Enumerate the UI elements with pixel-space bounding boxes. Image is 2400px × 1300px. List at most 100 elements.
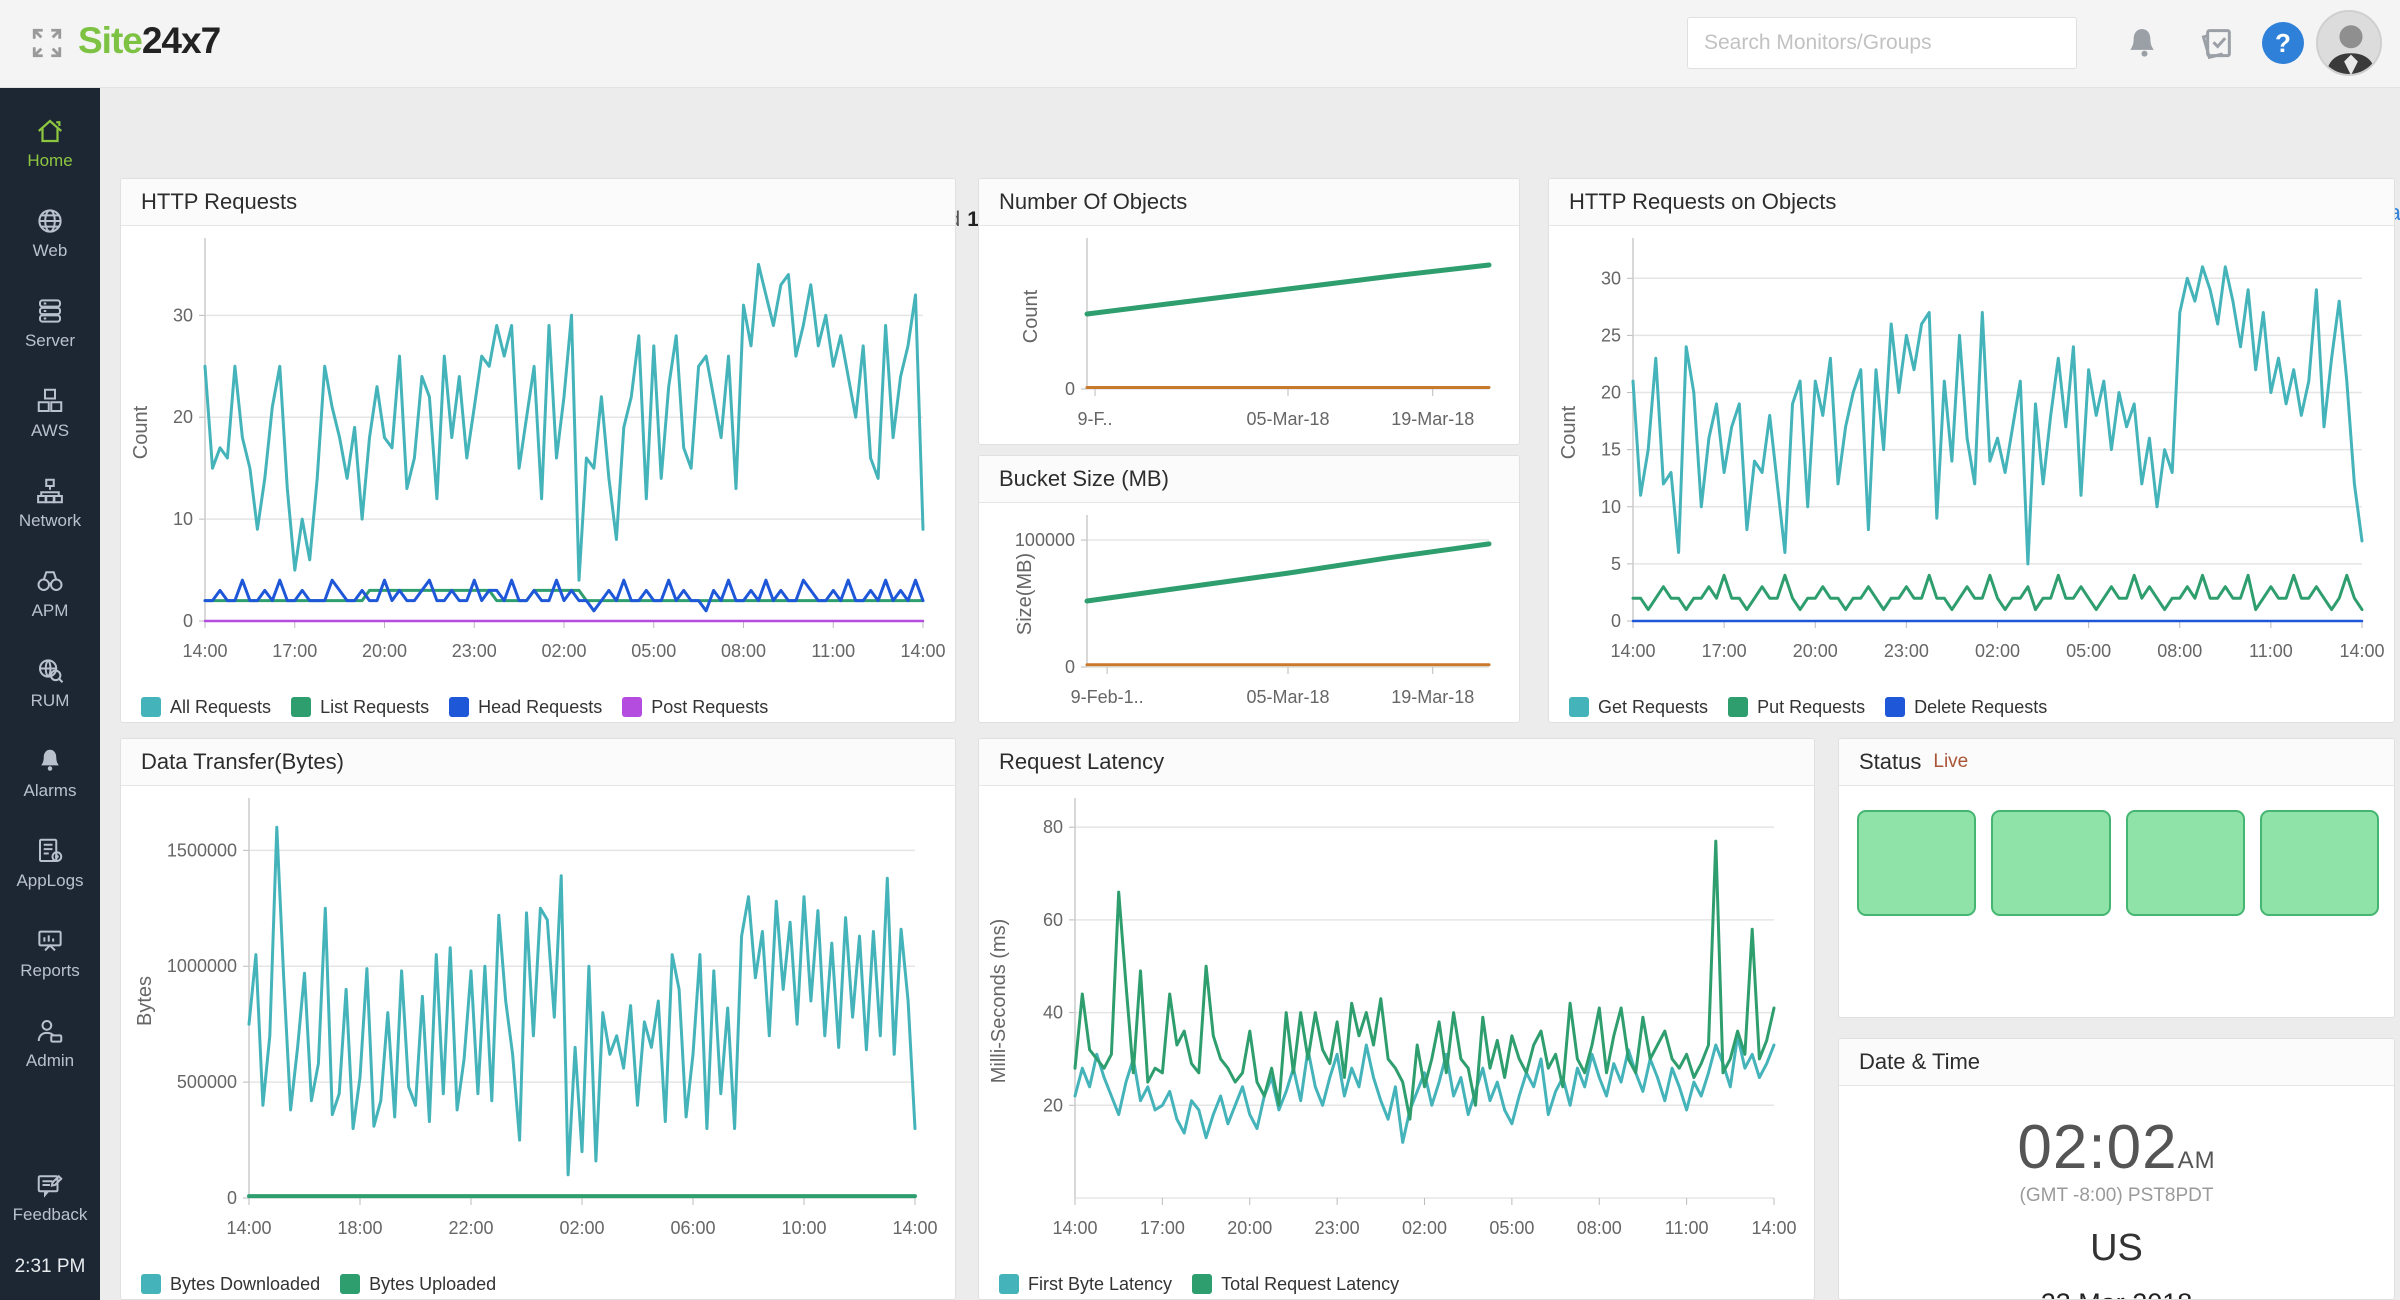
legend-item[interactable]: Post Requests xyxy=(622,697,768,718)
top-header: Site24x7 ? xyxy=(0,0,2400,88)
bell-icon[interactable] xyxy=(2122,24,2162,64)
svg-text:20: 20 xyxy=(1043,1095,1063,1115)
legend-label: Post Requests xyxy=(651,697,768,718)
sidebar-item-alarms[interactable]: Alarms xyxy=(0,728,100,818)
legend-item[interactable]: Get Requests xyxy=(1569,697,1708,718)
svg-text:02:00: 02:00 xyxy=(1975,641,2020,661)
sidebar-item-label: AWS xyxy=(31,421,69,441)
datetime-body: 02:02AM (GMT -8:00) PST8PDT US 23 Mar 20… xyxy=(1839,1086,2394,1300)
svg-text:100000: 100000 xyxy=(1015,530,1075,550)
sidebar-item-network[interactable]: Network xyxy=(0,458,100,548)
request-latency-legend: First Byte Latency Total Request Latency xyxy=(979,1261,1814,1300)
legend-swatch xyxy=(1728,697,1748,717)
svg-text:5: 5 xyxy=(1611,554,1621,574)
legend-swatch xyxy=(1192,1274,1212,1294)
sidebar-item-admin[interactable]: Admin xyxy=(0,998,100,1088)
svg-text:80: 80 xyxy=(1043,817,1063,837)
svg-text:20: 20 xyxy=(173,407,193,427)
sidebar-item-label: Admin xyxy=(26,1051,74,1071)
svg-text:18:00: 18:00 xyxy=(337,1218,382,1238)
svg-text:14:00: 14:00 xyxy=(1610,641,1655,661)
svg-text:02:00: 02:00 xyxy=(559,1218,604,1238)
svg-text:Count: Count xyxy=(130,405,152,459)
svg-text:11:00: 11:00 xyxy=(2249,641,2293,661)
svg-text:11:00: 11:00 xyxy=(1665,1218,1709,1238)
legend-swatch xyxy=(291,697,311,717)
status-monitor-box[interactable] xyxy=(1991,810,2110,916)
legend-swatch xyxy=(622,697,642,717)
num-objects-chart: 09-F..05-Mar-1819-Mar-18Count xyxy=(979,226,1519,445)
svg-text:17:00: 17:00 xyxy=(1702,641,1747,661)
sidebar-item-apm[interactable]: APM xyxy=(0,548,100,638)
help-icon[interactable]: ? xyxy=(2262,22,2304,64)
svg-text:08:00: 08:00 xyxy=(2157,641,2202,661)
status-widget-header: Status Live xyxy=(1839,739,2394,786)
expand-icon[interactable] xyxy=(30,26,64,60)
sidebar-item-web[interactable]: Web xyxy=(0,188,100,278)
widget-date-time: Date & Time 02:02AM (GMT -8:00) PST8PDT … xyxy=(1838,1038,2395,1300)
legend-item[interactable]: Delete Requests xyxy=(1885,697,2047,718)
svg-text:14:00: 14:00 xyxy=(900,641,945,661)
http-requests-legend: All Requests List Requests Head Requests Po… xyxy=(121,684,955,723)
reports-icon xyxy=(35,926,65,956)
svg-text:14:00: 14:00 xyxy=(892,1218,937,1238)
legend-item[interactable]: Bytes Uploaded xyxy=(340,1274,496,1295)
sidebar-item-label: Reports xyxy=(20,961,80,981)
svg-text:1500000: 1500000 xyxy=(167,840,237,860)
svg-text:10: 10 xyxy=(1601,497,1621,517)
sidebar-item-aws[interactable]: AWS xyxy=(0,368,100,458)
widget-http-requests-on-objects: HTTP Requests on Objects05101520253014:0… xyxy=(1548,178,2395,723)
widget-http-requests: HTTP Requests010203014:0017:0020:0023:00… xyxy=(120,178,956,723)
status-monitor-box[interactable] xyxy=(2260,810,2379,916)
site24x7-logo[interactable]: Site24x7 xyxy=(78,20,220,62)
apm-icon xyxy=(35,566,65,596)
svg-text:08:00: 08:00 xyxy=(1577,1218,1622,1238)
status-monitor-box[interactable] xyxy=(2126,810,2245,916)
applogs-icon xyxy=(35,836,65,866)
status-monitor-box[interactable] xyxy=(1857,810,1976,916)
svg-text:02:00: 02:00 xyxy=(1402,1218,1447,1238)
legend-item[interactable]: First Byte Latency xyxy=(999,1274,1172,1295)
sidebar-item-label: Server xyxy=(25,331,75,351)
sidebar-item-feedback[interactable]: Feedback xyxy=(0,1152,100,1242)
svg-text:17:00: 17:00 xyxy=(272,641,317,661)
bucket-size-title: Bucket Size (MB) xyxy=(979,456,1519,503)
svg-text:17:00: 17:00 xyxy=(1140,1218,1185,1238)
clock-time: 02:02AM xyxy=(1839,1112,2394,1183)
status-title: Status xyxy=(1859,749,1921,775)
legend-label: All Requests xyxy=(170,697,271,718)
sidebar-nav: HomeWeb Server AWS NetworkAPM RUM AlarmsAppLo… xyxy=(0,88,100,1300)
sidebar-item-reports[interactable]: Reports xyxy=(0,908,100,998)
svg-text:9-F..: 9-F.. xyxy=(1078,409,1113,429)
network-icon xyxy=(35,476,65,506)
aws-icon xyxy=(35,386,65,416)
legend-swatch xyxy=(1569,697,1589,717)
legend-item[interactable]: Put Requests xyxy=(1728,697,1865,718)
legend-item[interactable]: Head Requests xyxy=(449,697,602,718)
svg-text:30: 30 xyxy=(173,305,193,325)
svg-text:05-Mar-18: 05-Mar-18 xyxy=(1246,687,1329,707)
sidebar-item-label: RUM xyxy=(31,691,70,711)
legend-item[interactable]: Bytes Downloaded xyxy=(141,1274,320,1295)
svg-text:Milli-Seconds (ms): Milli-Seconds (ms) xyxy=(988,919,1010,1083)
legend-swatch xyxy=(141,697,161,717)
sidebar-item-rum[interactable]: RUM xyxy=(0,638,100,728)
svg-text:40: 40 xyxy=(1043,1003,1063,1023)
legend-item[interactable]: Total Request Latency xyxy=(1192,1274,1399,1295)
tasks-icon[interactable] xyxy=(2196,24,2236,64)
svg-text:0: 0 xyxy=(227,1188,237,1208)
sidebar-item-server[interactable]: Server xyxy=(0,278,100,368)
legend-item[interactable]: All Requests xyxy=(141,697,271,718)
legend-swatch xyxy=(141,1274,161,1294)
legend-item[interactable]: List Requests xyxy=(291,697,429,718)
sidebar-item-applogs[interactable]: AppLogs xyxy=(0,818,100,908)
sidebar-clock: 2:31 PM xyxy=(15,1242,86,1300)
search-input[interactable] xyxy=(1687,17,2077,69)
svg-text:9-Feb-1..: 9-Feb-1.. xyxy=(1071,687,1144,707)
svg-text:500000: 500000 xyxy=(177,1072,237,1092)
user-avatar[interactable] xyxy=(2316,10,2382,76)
svg-text:19-Mar-18: 19-Mar-18 xyxy=(1391,409,1474,429)
svg-text:20:00: 20:00 xyxy=(1227,1218,1272,1238)
timezone-label: (GMT -8:00) PST8PDT xyxy=(1839,1185,2394,1207)
sidebar-item-home[interactable]: Home xyxy=(0,98,100,188)
